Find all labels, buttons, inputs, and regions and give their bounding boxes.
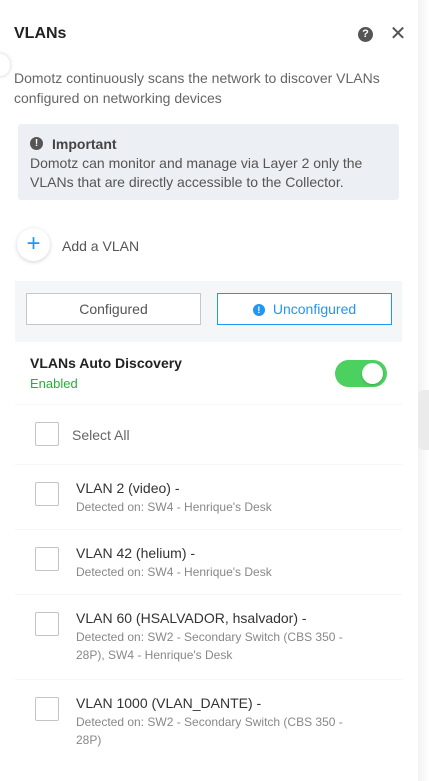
alert-body: Domotz can monitor and manage via Layer … [30, 155, 363, 190]
panel-description: Domotz continuously scans the network to… [14, 70, 380, 106]
vlan-row: VLAN 60 (HSALVADOR, hsalvador) - Detecte… [15, 595, 402, 679]
toggle-knob [362, 363, 383, 384]
auto-discovery-row: VLANs Auto Discovery Enabled [15, 342, 402, 404]
vlan-name: VLAN 2 (video) - [76, 480, 180, 496]
vlan-checkbox[interactable] [35, 697, 59, 721]
exclamation-icon: ! [252, 304, 265, 316]
exclamation-icon: ! [30, 137, 43, 150]
backdrop-edge-handle [418, 390, 429, 450]
important-alert: ! Important Domotz can monitor and manag… [18, 124, 399, 200]
tab-unconfigured-label: Unconfigured [272, 301, 357, 317]
vlan-checkbox[interactable] [35, 612, 59, 636]
auto-discovery-toggle[interactable] [335, 360, 387, 387]
vlan-name: VLAN 1000 (VLAN_DANTE) - [76, 695, 262, 711]
select-all-label[interactable]: Select All [72, 427, 130, 443]
vlan-name: VLAN 42 (helium) - [76, 545, 196, 561]
panel-title: VLANs [14, 25, 67, 42]
vlan-row: VLAN 1000 (VLAN_DANTE) - Detected on: SW… [15, 680, 402, 764]
vlan-row: VLAN 42 (helium) - Detected on: SW4 - He… [15, 530, 402, 594]
vlan-row: VLAN 2 (video) - Detected on: SW4 - Henr… [15, 465, 402, 529]
vlan-detected-on: Detected on: SW4 - Henrique's Desk [76, 500, 272, 514]
panel-collapse-handle[interactable] [0, 54, 10, 76]
tab-unconfigured[interactable]: ! Unconfigured [217, 293, 392, 325]
tab-configured-label: Configured [79, 301, 148, 317]
select-all-checkbox[interactable] [35, 422, 59, 446]
vlans-panel: VLANs ? ✕ Domotz continuously scans the … [0, 0, 418, 781]
tab-configured[interactable]: Configured [26, 293, 201, 325]
vlan-detected-on: Detected on: SW2 - Secondary Switch (CBS… [76, 630, 343, 662]
vlan-detected-on: Detected on: SW2 - Secondary Switch (CBS… [76, 715, 343, 747]
plus-icon[interactable]: + [17, 228, 50, 261]
help-icon[interactable]: ? [358, 27, 373, 42]
auto-discovery-status: Enabled [30, 376, 78, 391]
vlan-checkbox[interactable] [35, 547, 59, 571]
auto-discovery-title: VLANs Auto Discovery [30, 355, 182, 371]
vlan-filter-tabs: Configured ! Unconfigured [15, 281, 402, 342]
vlan-name: VLAN 60 (HSALVADOR, hsalvador) - [76, 610, 307, 626]
vlan-checkbox[interactable] [35, 482, 59, 506]
close-icon[interactable]: ✕ [389, 24, 407, 44]
add-vlan-label[interactable]: Add a VLAN [62, 238, 139, 254]
select-all-row: Select All [15, 405, 402, 464]
vlan-list: VLANs Auto Discovery Enabled Select All … [15, 342, 402, 764]
alert-title: Important [52, 136, 117, 152]
vlan-detected-on: Detected on: SW4 - Henrique's Desk [76, 565, 272, 579]
